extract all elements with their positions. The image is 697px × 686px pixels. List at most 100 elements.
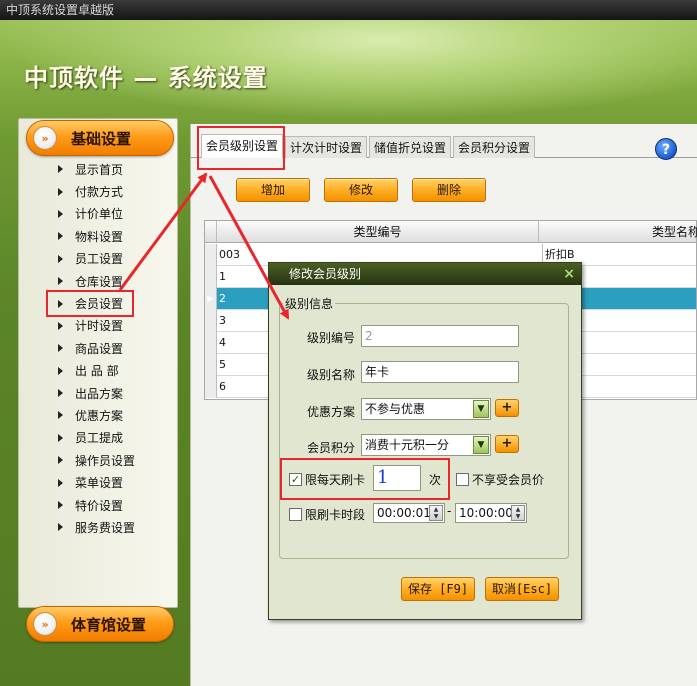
triangle-right-icon <box>58 501 63 510</box>
member-points-label: 会员积分 <box>306 441 355 455</box>
cell-code: 4 <box>219 336 226 349</box>
triangle-right-icon <box>58 187 63 196</box>
dialog-titlebar: 修改会员级别 × <box>269 263 581 285</box>
period-start-input[interactable]: 00:00:01 ▲ ▼ <box>373 503 445 523</box>
no-member-price-checkbox[interactable] <box>456 473 469 486</box>
sidebar-item-service-fee[interactable]: 服务费设置 <box>48 516 168 538</box>
discount-plan-label: 优惠方案 <box>306 405 355 419</box>
sidebar-item-goods[interactable]: 商品设置 <box>48 337 168 359</box>
table-header: 类型编号 类型名称 <box>205 221 697 243</box>
discount-plan-select[interactable]: 不参与优惠 ▼ <box>361 398 491 420</box>
sidebar-item-label: 显示首页 <box>75 162 124 177</box>
triangle-right-icon <box>58 366 63 375</box>
triangle-right-icon <box>58 456 63 465</box>
sidebar-item-label: 操作员设置 <box>75 453 136 468</box>
chevron-down-icon[interactable]: ▼ <box>473 436 489 454</box>
triangle-right-icon <box>58 321 63 330</box>
cell-code: 6 <box>219 380 226 393</box>
sidebar-item-material[interactable]: 物料设置 <box>48 225 168 247</box>
cell-code: 003 <box>219 248 240 261</box>
row-pointer-icon: ▶ <box>205 288 217 310</box>
sidebar-item-warehouse[interactable]: 仓库设置 <box>48 270 168 292</box>
column-header-code[interactable]: 类型编号 <box>217 221 539 243</box>
save-button[interactable]: 保存 [F9] <box>401 577 475 601</box>
add-button[interactable]: 增加 <box>236 178 310 202</box>
cancel-button[interactable]: 取消[Esc] <box>485 577 559 601</box>
highlight-tab-box <box>197 126 285 170</box>
sidebar-item-output-plan[interactable]: 出品方案 <box>48 382 168 404</box>
sidebar-item-label: 仓库设置 <box>75 274 124 289</box>
sidebar-item-operator[interactable]: 操作员设置 <box>48 449 168 471</box>
window-title: 中顶系统设置卓越版 <box>6 3 115 17</box>
triangle-right-icon <box>58 299 63 308</box>
level-code-label: 级别编号 <box>306 331 355 345</box>
sidebar-item-output-dept[interactable]: 出 品 部 <box>48 360 168 382</box>
sidebar-item-label: 优惠方案 <box>75 408 124 423</box>
level-code-input[interactable]: 2 <box>361 325 519 347</box>
level-name-label: 级别名称 <box>306 368 355 382</box>
section-gym-settings-button[interactable]: » 体育馆设置 <box>26 606 174 642</box>
discount-plan-value: 不参与优惠 <box>365 402 426 416</box>
section-basic-settings-label: 基础设置 <box>71 129 132 148</box>
triangle-right-icon <box>58 254 63 263</box>
sidebar-item-timing[interactable]: 计时设置 <box>48 315 168 337</box>
sidebar-item-label: 商品设置 <box>75 341 124 356</box>
triangle-right-icon <box>58 389 63 398</box>
add-discount-plan-button[interactable]: + <box>495 399 519 417</box>
sidebar-item-member[interactable]: 会员设置 <box>46 290 134 317</box>
cell-code: 2 <box>219 292 226 305</box>
triangle-right-icon <box>58 433 63 442</box>
delete-button[interactable]: 删除 <box>412 178 486 202</box>
tab-count-timing[interactable]: 计次计时设置 <box>285 136 368 158</box>
cell-code: 1 <box>219 270 226 283</box>
sidebar-item-label: 员工设置 <box>75 252 124 267</box>
triangle-right-icon <box>58 344 63 353</box>
sidebar-item-label: 计价单位 <box>75 207 124 222</box>
app-title: 中顶软件 — 系统设置 <box>24 64 268 92</box>
limit-period-checkbox[interactable] <box>289 508 302 521</box>
sidebar-item-label: 会员设置 <box>75 297 124 312</box>
sidebar-item-label: 特价设置 <box>75 498 124 513</box>
sidebar-menu: 显示首页 付款方式 计价单位 物料设置 员工设置 仓库设置 会员设置 计时设置 … <box>46 158 168 539</box>
chevron-down-icon[interactable]: ▼ <box>473 400 489 418</box>
sidebar-item-unit[interactable]: 计价单位 <box>48 203 168 225</box>
cell-code: 3 <box>219 314 226 327</box>
sidebar-item-home[interactable]: 显示首页 <box>48 158 168 180</box>
sidebar-item-menu[interactable]: 菜单设置 <box>48 471 168 493</box>
tab-member-points[interactable]: 会员积分设置 <box>453 136 536 158</box>
sidebar-item-payment[interactable]: 付款方式 <box>48 180 168 202</box>
level-name-input[interactable]: 年卡 <box>361 361 519 383</box>
row-header <box>205 244 217 266</box>
section-gym-settings-label: 体育馆设置 <box>71 615 147 634</box>
close-icon[interactable]: × <box>563 265 575 283</box>
section-basic-settings-button[interactable]: » 基础设置 <box>26 120 174 156</box>
sidebar-item-discount-plan[interactable]: 优惠方案 <box>48 404 168 426</box>
edit-member-level-dialog: 修改会员级别 × 级别信息 级别编号 2 级别名称 年卡 优惠方案 不参与优惠 … <box>268 262 582 620</box>
triangle-right-icon <box>58 165 63 174</box>
sidebar-item-label: 员工提成 <box>75 431 124 446</box>
add-points-rule-button[interactable]: + <box>495 435 519 453</box>
spinner-icon[interactable]: ▲ ▼ <box>429 505 443 521</box>
dialog-title: 修改会员级别 <box>289 267 362 281</box>
triangle-right-icon <box>58 277 63 286</box>
edit-button[interactable]: 修改 <box>324 178 398 202</box>
sidebar-item-special-price[interactable]: 特价设置 <box>48 494 168 516</box>
sidebar-item-label: 出 品 部 <box>75 364 119 379</box>
sidebar-item-label: 服务费设置 <box>75 520 136 535</box>
period-end-input[interactable]: 10:00:00 ▲ ▼ <box>455 503 527 523</box>
sidebar-item-staff[interactable]: 员工设置 <box>48 248 168 270</box>
no-member-price-label: 不享受会员价 <box>472 473 545 487</box>
help-icon[interactable]: ? <box>655 138 677 160</box>
row-header <box>205 376 217 398</box>
member-points-select[interactable]: 消费十元积一分 ▼ <box>361 434 491 456</box>
spinner-icon[interactable]: ▲ ▼ <box>511 505 525 521</box>
triangle-right-icon <box>58 478 63 487</box>
period-end-value: 10:00:00 <box>459 506 513 520</box>
triangle-right-icon <box>58 232 63 241</box>
sidebar-item-commission[interactable]: 员工提成 <box>48 427 168 449</box>
sidebar-item-label: 付款方式 <box>75 185 124 200</box>
sidebar-item-label: 出品方案 <box>75 386 124 401</box>
row-header <box>205 332 217 354</box>
tab-stored-value[interactable]: 储值折兑设置 <box>369 136 452 158</box>
column-header-name[interactable]: 类型名称 <box>540 221 697 243</box>
